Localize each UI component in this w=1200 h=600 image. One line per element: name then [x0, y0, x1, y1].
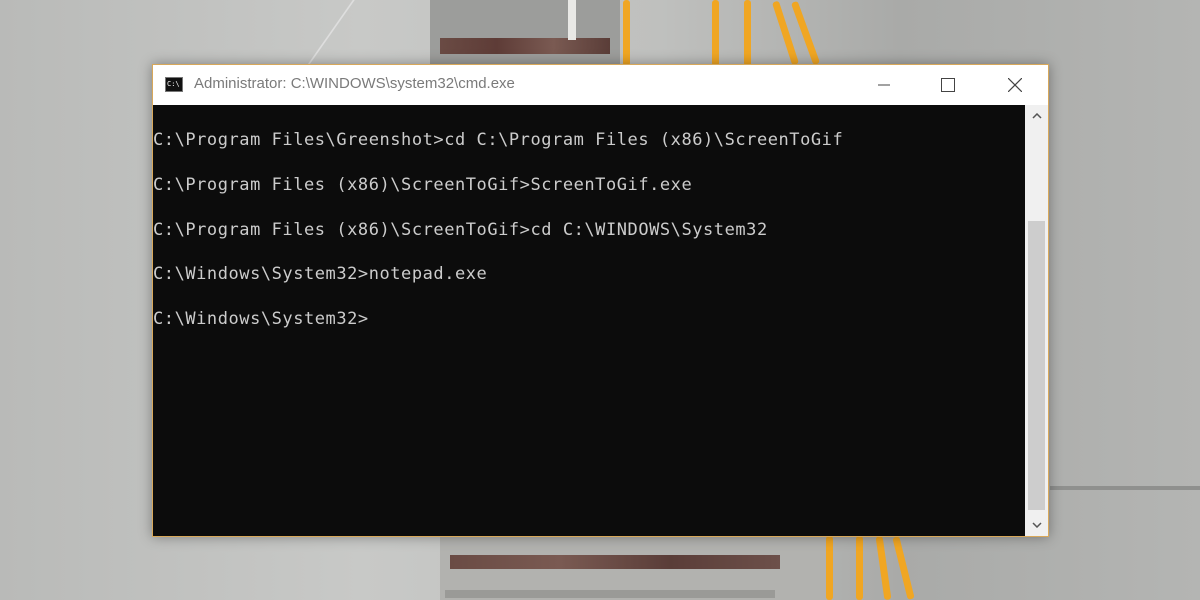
title-bar[interactable]: C:\ Administrator: C:\WINDOWS\system32\c… [153, 65, 1048, 105]
background-structure [430, 0, 620, 65]
vertical-scrollbar[interactable] [1025, 105, 1048, 536]
cmd-window: C:\ Administrator: C:\WINDOWS\system32\c… [152, 64, 1049, 537]
scroll-down-button[interactable] [1025, 514, 1048, 536]
background-rust-band [450, 555, 780, 569]
window-title: Administrator: C:\WINDOWS\system32\cmd.e… [194, 75, 515, 92]
maximize-button[interactable] [916, 65, 980, 105]
background-cable [892, 536, 915, 600]
scroll-up-button[interactable] [1025, 105, 1048, 127]
cmd-app-icon-label: C:\ [167, 80, 180, 88]
scrollbar-thumb[interactable] [1028, 221, 1045, 510]
background-pole [568, 0, 576, 40]
cmd-app-icon[interactable]: C:\ [165, 77, 183, 92]
console-line: C:\Program Files (x86)\ScreenToGif>Scree… [153, 175, 693, 195]
background-cable [712, 0, 719, 66]
background-cable [623, 0, 630, 66]
background-cable [744, 0, 751, 66]
background-ledge [1050, 486, 1200, 490]
background-cable [875, 535, 892, 600]
minimize-icon [878, 84, 890, 86]
console-line: C:\Program Files (x86)\ScreenToGif>cd C:… [153, 220, 768, 240]
console-line: C:\Windows\System32>notepad.exe [153, 264, 488, 284]
chevron-up-icon [1031, 113, 1042, 119]
chevron-down-icon [1031, 522, 1042, 528]
background-cable [856, 536, 863, 600]
background-cable [826, 536, 833, 600]
console-output[interactable]: C:\Program Files\Greenshot>cd C:\Program… [153, 105, 1025, 536]
background-stripe [445, 590, 775, 598]
close-icon [1008, 78, 1022, 92]
maximize-icon [941, 78, 955, 92]
console-prompt: C:\Windows\System32> [153, 309, 369, 329]
close-button[interactable] [983, 65, 1047, 105]
console-line: C:\Program Files\Greenshot>cd C:\Program… [153, 130, 844, 150]
minimize-button[interactable] [852, 65, 916, 105]
background-rust-band [440, 38, 610, 54]
